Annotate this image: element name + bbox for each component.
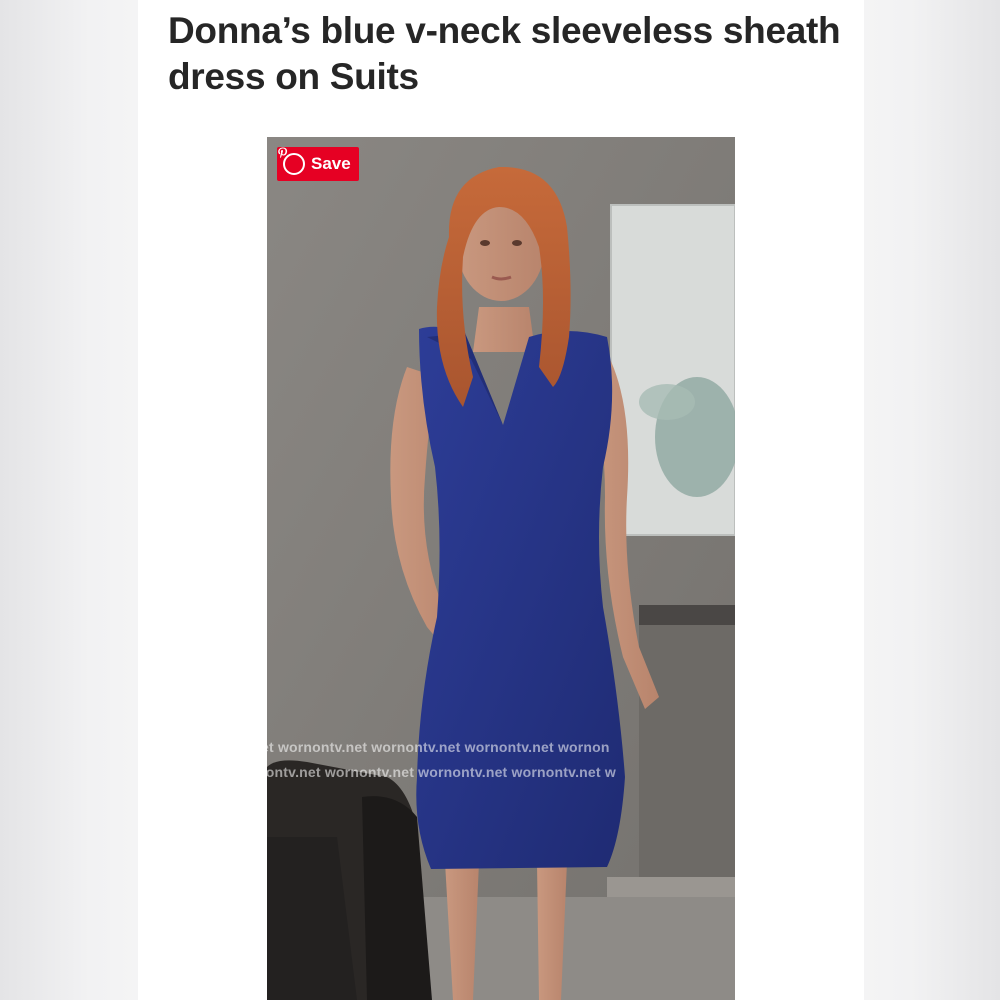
pinterest-save-button[interactable]: Save	[277, 147, 359, 181]
watermark-text: et wornontv.net wornontv.net wornontv.ne…	[267, 739, 610, 755]
article-title: Donna’s blue v-neck sleeveless sheath dr…	[168, 10, 841, 97]
pinterest-icon	[278, 147, 305, 175]
article-photo[interactable]: Save et wornontv.net wornontv.net wornon…	[267, 137, 735, 1000]
photo-illustration	[267, 137, 735, 1000]
watermark-text: nontv.net wornontv.net wornontv.net worn…	[267, 764, 616, 780]
save-label: Save	[311, 154, 351, 173]
article-card: Donna’s blue v-neck sleeveless sheath dr…	[138, 0, 864, 1000]
